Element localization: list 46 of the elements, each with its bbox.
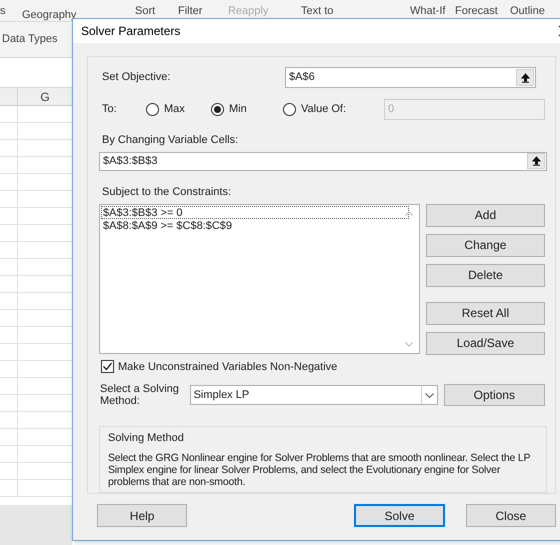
panel-title: Solving Method bbox=[108, 431, 185, 446]
constraint-button[interactable]: Add bbox=[426, 204, 545, 227]
ribbon-label[interactable]: Text to bbox=[301, 3, 334, 20]
radio-button[interactable] bbox=[283, 103, 296, 116]
ribbon-label[interactable]: Geography bbox=[22, 7, 76, 24]
field-label: To: bbox=[101, 102, 118, 118]
radio-button[interactable] bbox=[146, 103, 159, 116]
list-item[interactable]: $A$3:$B$3 >= 0 bbox=[101, 206, 409, 219]
input-field: 0 bbox=[384, 99, 545, 120]
collapse-button[interactable] bbox=[516, 69, 534, 86]
field-label: Set Objective: bbox=[101, 70, 172, 86]
scroll-up-icon[interactable] bbox=[404, 210, 413, 216]
dialog-button[interactable]: Close bbox=[466, 504, 556, 527]
checkbox-label[interactable]: Make Unconstrained Variables Non-Negative bbox=[118, 358, 338, 376]
constraint-button[interactable]: Change bbox=[426, 234, 545, 257]
input-field[interactable]: $A$6 bbox=[285, 67, 536, 88]
ribbon-label[interactable]: Outline bbox=[510, 3, 545, 20]
constraint-button[interactable]: Load/Save bbox=[426, 332, 545, 355]
input-field[interactable]: $A$3:$B$3 bbox=[99, 152, 547, 172]
collapse-button[interactable] bbox=[527, 153, 545, 170]
checkbox[interactable] bbox=[101, 360, 114, 374]
constraint-button[interactable]: Delete bbox=[426, 264, 545, 287]
ribbon-label[interactable]: s bbox=[0, 3, 6, 20]
radio-label[interactable]: Max bbox=[164, 101, 185, 118]
constraints-list[interactable]: $A$3:$B$3 >= 0 $A$8:$A$9 >= $C$8:$C$9 bbox=[99, 204, 420, 354]
radio-button[interactable] bbox=[211, 103, 224, 116]
method-dropdown[interactable]: Simplex LP bbox=[190, 385, 438, 406]
list-item[interactable]: $A$8:$A$9 >= $C$8:$C$9 bbox=[101, 218, 409, 232]
up-arrow-icon bbox=[532, 156, 540, 166]
field-label: Subject to the Constraints: bbox=[101, 185, 232, 200]
field-label: Select a Solving Method: bbox=[99, 383, 180, 408]
ribbon-label[interactable]: What-If bbox=[410, 3, 446, 20]
up-arrow-icon bbox=[520, 72, 530, 82]
radio-label[interactable]: Value Of: bbox=[301, 101, 346, 118]
radio-label[interactable]: Min bbox=[229, 101, 247, 118]
ribbon-label[interactable]: Forecast bbox=[455, 3, 498, 20]
dialog-button[interactable]: Help bbox=[97, 504, 188, 527]
description-text: Select the GRG Nonlinear engine for Solver Problems that are smooth nonlinear. Select the LP Simplex engine for linear Solver Problems, and select the Evolutionary engine for Solver problems that are non-smooth. bbox=[108, 452, 532, 488]
ribbon-label[interactable]: Filter bbox=[178, 3, 202, 20]
field-label: By Changing Variable Cells: bbox=[101, 133, 240, 148]
options-button[interactable]: Options bbox=[444, 384, 546, 406]
window-title: Solver Parameters bbox=[81, 23, 180, 40]
constraint-button[interactable]: Reset All bbox=[426, 302, 545, 325]
group-label: Data Types bbox=[1, 32, 58, 48]
dialog-button[interactable]: Solve bbox=[354, 504, 445, 527]
ribbon-label[interactable]: Sort bbox=[135, 3, 156, 20]
